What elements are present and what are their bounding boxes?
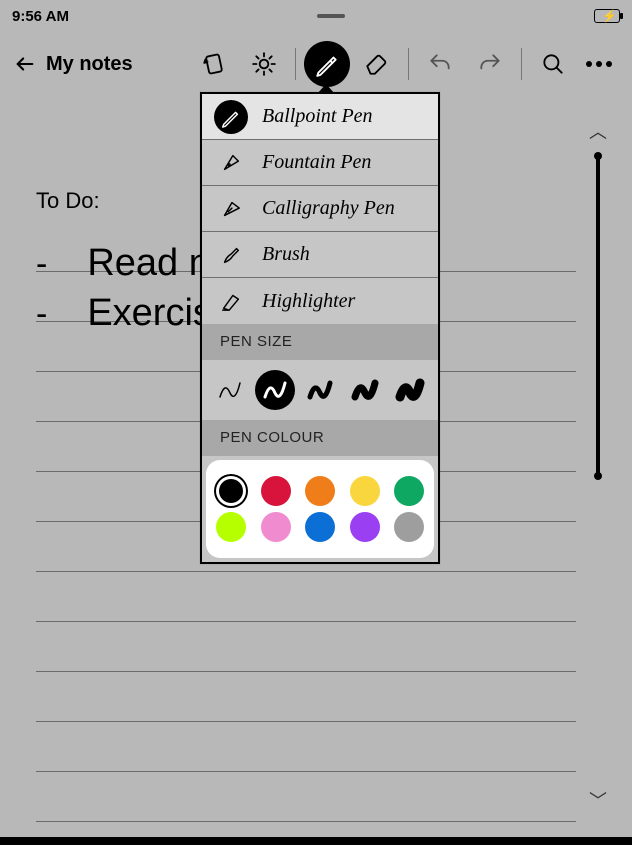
pen-colour-panel — [206, 460, 434, 558]
brightness-button[interactable] — [241, 41, 287, 87]
rotate-icon — [201, 51, 227, 77]
scroll-rail: ︿ ﹀ — [588, 116, 608, 815]
pen-colour-heading: PEN COLOUR — [202, 420, 438, 456]
page-title: My notes — [46, 53, 133, 76]
pen-size-2[interactable] — [255, 370, 295, 410]
pen-icon — [314, 51, 340, 77]
pen-size-5[interactable] — [390, 370, 430, 410]
battery-icon: ⚡ — [594, 9, 620, 23]
color-swatch-yellow[interactable] — [350, 476, 380, 506]
scroll-thumb[interactable] — [596, 156, 600, 476]
bottom-bar — [0, 837, 632, 845]
color-swatch-pink[interactable] — [261, 512, 291, 542]
color-swatch-green[interactable] — [394, 476, 424, 506]
more-button[interactable] — [580, 61, 618, 67]
pen-popover: Ballpoint Pen Fountain Pen Calligraphy P… — [200, 92, 440, 564]
search-button[interactable] — [530, 41, 576, 87]
pen-size-row — [202, 360, 438, 420]
pen-option-ballpoint[interactable]: Ballpoint Pen — [202, 94, 438, 140]
search-icon — [540, 51, 566, 77]
fountain-pen-icon — [220, 152, 242, 174]
color-swatch-lime[interactable] — [216, 512, 246, 542]
pen-size-4[interactable] — [345, 370, 385, 410]
color-swatch-purple[interactable] — [350, 512, 380, 542]
rotate-button[interactable] — [191, 41, 237, 87]
arrow-left-icon — [14, 53, 36, 75]
back-button[interactable]: My notes — [14, 53, 133, 76]
pen-option-label: Ballpoint Pen — [262, 105, 373, 128]
color-swatch-grey[interactable] — [394, 512, 424, 542]
pen-option-fountain[interactable]: Fountain Pen — [202, 140, 438, 186]
brightness-icon — [251, 51, 277, 77]
note-line-1: - Read n — [36, 242, 210, 285]
separator — [408, 48, 409, 80]
redo-icon — [477, 51, 503, 77]
eraser-button[interactable] — [354, 41, 400, 87]
redo-button[interactable] — [467, 41, 513, 87]
pen-option-label: Highlighter — [262, 290, 355, 313]
color-swatch-orange[interactable] — [305, 476, 335, 506]
drag-handle-icon — [317, 14, 345, 18]
color-swatch-black[interactable] — [216, 476, 246, 506]
undo-button[interactable] — [417, 41, 463, 87]
note-heading: To Do: — [36, 188, 100, 214]
highlighter-icon — [220, 290, 242, 312]
status-time: 9:56 AM — [12, 8, 69, 25]
pen-option-calligraphy[interactable]: Calligraphy Pen — [202, 186, 438, 232]
note-line-2: - Exercis — [36, 292, 212, 335]
pen-size-heading: PEN SIZE — [202, 324, 438, 360]
pen-size-3[interactable] — [300, 370, 340, 410]
toolbar: My notes — [0, 32, 632, 96]
chevron-up-icon[interactable]: ︿ — [589, 118, 607, 144]
pen-tool-button[interactable] — [304, 41, 350, 87]
pen-option-label: Brush — [262, 243, 310, 266]
brush-icon — [220, 244, 242, 266]
separator — [295, 48, 296, 80]
pen-option-brush[interactable]: Brush — [202, 232, 438, 278]
color-swatch-blue[interactable] — [305, 512, 335, 542]
calligraphy-pen-icon — [220, 198, 242, 220]
undo-icon — [427, 51, 453, 77]
color-swatch-red[interactable] — [261, 476, 291, 506]
pen-option-label: Calligraphy Pen — [262, 197, 395, 220]
chevron-down-icon[interactable]: ﹀ — [589, 787, 607, 813]
ballpoint-pen-icon — [220, 106, 242, 128]
separator — [521, 48, 522, 80]
eraser-icon — [364, 51, 390, 77]
pen-option-highlighter[interactable]: Highlighter — [202, 278, 438, 324]
pen-size-1[interactable] — [210, 370, 250, 410]
pen-option-label: Fountain Pen — [262, 151, 371, 174]
status-bar: 9:56 AM ⚡ — [0, 0, 632, 32]
